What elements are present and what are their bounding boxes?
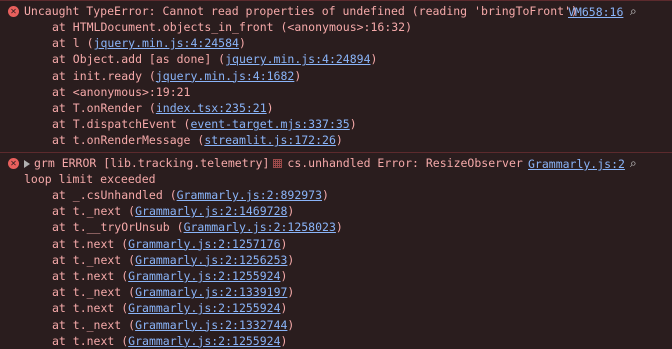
console-error-entry: ✕ grm ERROR [lib.tracking.telemetry] cs.u…	[0, 152, 672, 348]
frame-suffix: )	[287, 252, 295, 267]
search-icon[interactable]: ⌕	[630, 155, 637, 171]
stack-frame: at _.csUnhandled (Grammarly.js:2:892973)	[52, 187, 329, 203]
frame-suffix: )	[287, 204, 295, 219]
stack-frame: at t.next (Grammarly.js:2:1257176)	[52, 236, 287, 252]
frame-source-link[interactable]: event-target.mjs:337:35	[190, 117, 349, 131]
stack-frame: at t.next (Grammarly.js:2:1255924)	[52, 268, 287, 284]
frame-source-link[interactable]: jquery.min.js:4:24894	[225, 52, 370, 66]
frame-suffix: )	[287, 285, 295, 300]
error-message: grm ERROR [lib.tracking.telemetry] cs.unh…	[24, 155, 523, 171]
error-circle-icon: ✕	[8, 158, 19, 169]
error-circle-icon: ✕	[8, 6, 19, 17]
frame-suffix: )	[370, 52, 378, 67]
error-message: Uncaught TypeError: Cannot read properti…	[24, 4, 578, 18]
frame-suffix: )	[280, 301, 288, 316]
devtools-console: ✕ Uncaught TypeError: Cannot read proper…	[0, 0, 672, 348]
frame-suffix: )	[349, 117, 357, 132]
frame-source-link[interactable]: Grammarly.js:2:1332744	[135, 318, 287, 332]
console-error-entry: ✕ Uncaught TypeError: Cannot read proper…	[0, 0, 672, 164]
error-suffix: cs.unhandled Error: ResizeObserver	[287, 156, 523, 170]
source-link[interactable]: Grammarly.js:2	[528, 156, 625, 172]
error-prefix: grm ERROR [lib.tracking.telemetry]	[34, 156, 270, 170]
frame-text: at t.next (	[52, 236, 129, 251]
stack-frame: at t._next (Grammarly.js:2:1469728)	[52, 203, 294, 219]
frame-suffix: )	[280, 333, 288, 348]
frame-suffix: )	[287, 317, 295, 332]
frame-source-link[interactable]: jquery.min.js:4:24584	[94, 36, 239, 50]
frame-source-link[interactable]: Grammarly.js:2:1255924	[128, 301, 280, 315]
stack-frame: at t.next (Grammarly.js:2:1255924)	[52, 333, 287, 349]
frame-suffix: )	[266, 101, 274, 115]
frame-text: at init.ready (	[52, 68, 156, 83]
stack-frame: at T.onRender (index.tsx:235:21)	[52, 100, 274, 116]
frame-suffix: )	[280, 236, 288, 251]
stack-frame: at t.next (Grammarly.js:2:1255924)	[52, 300, 287, 316]
frame-suffix: )	[280, 269, 288, 283]
frame-text: at t.next (	[52, 269, 129, 283]
frame-text: at T.dispatchEvent (	[52, 117, 191, 132]
frame-text: at t.__tryOrUnsub (	[52, 220, 184, 235]
frame-source-link[interactable]: Grammarly.js:2:1255924	[128, 269, 280, 283]
frame-text: at t._next (	[52, 252, 136, 267]
frame-suffix: )	[238, 36, 246, 51]
frame-source-link[interactable]: Grammarly.js:2:1339197	[135, 285, 287, 299]
frame-text: at HTMLDocument.objects_in_front (<anony…	[52, 20, 413, 34]
frame-source-link[interactable]: index.tsx:235:21	[156, 101, 267, 115]
frame-source-link[interactable]: streamlit.js:172:26	[204, 133, 336, 147]
frame-text: at <anonymous>:19:21	[52, 84, 191, 99]
stack-frame: at t._next (Grammarly.js:2:1332744)	[52, 317, 294, 333]
stack-frame: at init.ready (jquery.min.js:4:1682)	[52, 68, 301, 84]
frame-source-link[interactable]: Grammarly.js:2:892973	[177, 188, 322, 202]
stack-frame: at T.dispatchEvent (event-target.mjs:337…	[52, 116, 357, 132]
frame-suffix: )	[294, 68, 302, 83]
frame-suffix: )	[335, 133, 343, 148]
frame-suffix: )	[335, 220, 343, 235]
frame-source-link[interactable]: Grammarly.js:2:1469728	[135, 204, 287, 218]
search-icon[interactable]: ⌕	[630, 3, 637, 19]
stack-frame: at HTMLDocument.objects_in_front (<anony…	[52, 19, 412, 35]
frame-source-link[interactable]: Grammarly.js:2:1256253	[135, 253, 287, 267]
frame-source-link[interactable]: Grammarly.js:2:1257176	[128, 237, 280, 251]
stack-frame: at t._next (Grammarly.js:2:1339197)	[52, 284, 294, 300]
frame-source-link[interactable]: jquery.min.js:4:1682	[156, 69, 294, 83]
frame-text: at _.csUnhandled (	[52, 188, 177, 202]
stack-frame: at Object.add [as done] (jquery.min.js:4…	[52, 51, 377, 67]
stack-frame: at t.onRenderMessage (streamlit.js:172:2…	[52, 132, 343, 148]
frame-text: at T.onRender (	[52, 101, 156, 115]
frame-text: at t._next (	[52, 204, 136, 219]
stack-frame: at t._next (Grammarly.js:2:1256253)	[52, 252, 294, 268]
stack-frame: at l (jquery.min.js:4:24584)	[52, 35, 246, 51]
grammarly-badge-icon	[273, 159, 283, 168]
frame-text: at t.onRenderMessage (	[52, 133, 205, 148]
frame-source-link[interactable]: Grammarly.js:2:1258023	[184, 220, 336, 234]
frame-text: at t.next (	[52, 333, 129, 348]
frame-text: at l (	[52, 36, 94, 51]
stack-frame: at <anonymous>:19:21	[52, 84, 190, 100]
frame-text: at t._next (	[52, 285, 136, 300]
frame-text: at t.next (	[52, 301, 129, 316]
frame-suffix: )	[322, 188, 329, 202]
stack-frame: at t.__tryOrUnsub (Grammarly.js:2:125802…	[52, 219, 343, 235]
frame-text: at Object.add [as done] (	[52, 52, 226, 67]
error-message-line2: loop limit exceeded	[24, 172, 156, 186]
frame-text: at t._next (	[52, 317, 136, 332]
expand-triangle-icon[interactable]	[24, 159, 30, 168]
frame-source-link[interactable]: Grammarly.js:2:1255924	[128, 334, 280, 348]
source-link[interactable]: VM658:16	[568, 4, 623, 20]
